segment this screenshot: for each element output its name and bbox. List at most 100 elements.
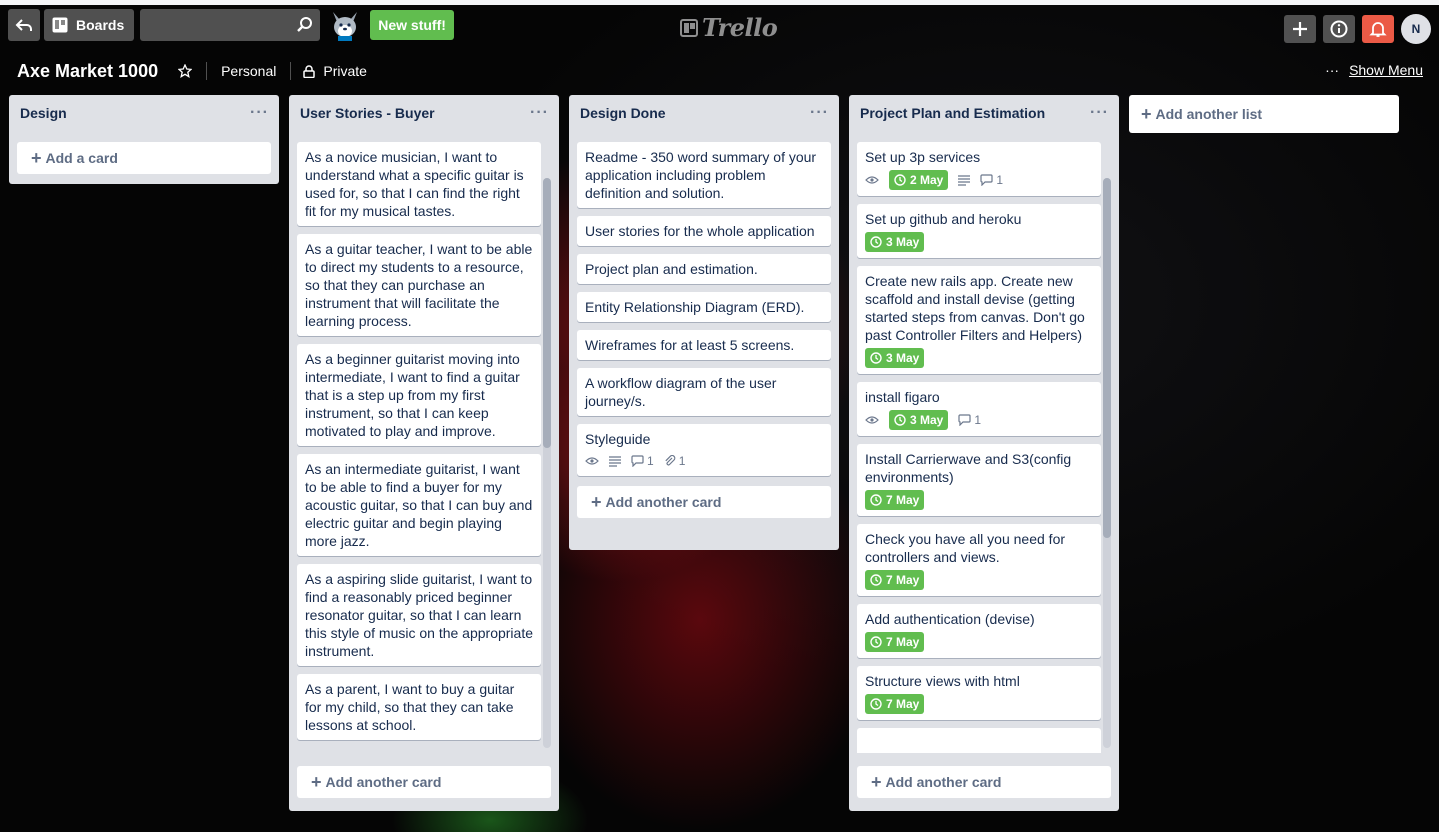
clock-icon	[870, 698, 882, 710]
due-date-badge[interactable]: 7 May	[865, 632, 925, 652]
card[interactable]: As a guitar teacher, I want to be able t…	[297, 234, 541, 336]
due-date-badge[interactable]: 2 May	[889, 170, 949, 190]
add-list-label: Add another list	[1155, 106, 1263, 122]
boards-button[interactable]: Boards	[44, 9, 135, 41]
boards-icon	[52, 17, 68, 33]
list-menu-icon[interactable]: ···	[1090, 104, 1109, 122]
card-badges: 3 May	[865, 232, 1093, 252]
card[interactable]: As a beginner guitarist moving into inte…	[297, 344, 541, 446]
list-menu-icon[interactable]: ···	[810, 104, 829, 122]
eye-icon	[865, 176, 879, 184]
comments-badge: 1	[631, 452, 654, 470]
comment-icon	[980, 174, 993, 186]
back-button[interactable]	[8, 9, 40, 41]
card-title: Entity Relationship Diagram (ERD).	[585, 299, 805, 315]
clock-icon	[870, 494, 882, 506]
comments-badge: 1	[958, 411, 981, 429]
comment-icon	[958, 414, 971, 426]
list-project-plan: Project Plan and Estimation ··· Set up 3…	[849, 95, 1119, 811]
due-date-badge[interactable]: 7 May	[865, 490, 925, 510]
create-button[interactable]	[1284, 15, 1316, 43]
due-date-badge[interactable]: 7 May	[865, 570, 925, 590]
scrollbar-track[interactable]	[1103, 178, 1111, 748]
card-partial[interactable]	[857, 728, 1101, 753]
new-stuff-button[interactable]: New stuff!	[370, 10, 454, 40]
card[interactable]: Set up github and heroku 3 May	[857, 204, 1101, 258]
card[interactable]: Add authentication (devise) 7 May	[857, 604, 1101, 658]
list-menu-icon[interactable]: ···	[530, 104, 549, 122]
add-card-button[interactable]: + Add a card	[17, 142, 271, 174]
star-button[interactable]	[178, 64, 193, 78]
card[interactable]: Create new rails app. Create new scaffol…	[857, 266, 1101, 374]
card[interactable]: Check you have all you need for controll…	[857, 524, 1101, 596]
add-card-button[interactable]: + Add another card	[857, 766, 1111, 798]
card-badges: 7 May	[865, 694, 1093, 714]
card-title: As a aspiring slide guitarist, I want to…	[305, 571, 534, 659]
card[interactable]: As a parent, I want to buy a guitar for …	[297, 674, 541, 740]
board-header: Axe Market 1000 Personal Private ··· Sho…	[0, 55, 1439, 87]
card[interactable]: Project plan and estimation.	[577, 254, 831, 284]
due-date-badge[interactable]: 3 May	[889, 410, 949, 430]
back-arrow-icon	[15, 19, 32, 31]
list-header: User Stories - Buyer ···	[297, 95, 551, 131]
watch-badge	[865, 175, 879, 185]
due-date-badge[interactable]: 3 May	[865, 348, 925, 368]
scrollbar-thumb[interactable]	[543, 178, 551, 448]
attachments-count: 1	[678, 454, 686, 468]
clock-icon	[894, 414, 906, 426]
card[interactable]: Styleguide 1 1	[577, 424, 831, 476]
due-date-badge[interactable]: 7 May	[865, 694, 925, 714]
card[interactable]: Entity Relationship Diagram (ERD).	[577, 292, 831, 322]
card[interactable]: Structure views with html 7 May	[857, 666, 1101, 720]
notifications-button[interactable]	[1362, 15, 1394, 43]
star-icon	[178, 64, 193, 78]
card[interactable]: As a aspiring slide guitarist, I want to…	[297, 564, 541, 666]
scrollbar-thumb[interactable]	[1103, 178, 1111, 538]
card[interactable]: User stories for the whole application	[577, 216, 831, 246]
list-title[interactable]: Project Plan and Estimation	[860, 105, 1045, 121]
clock-icon	[894, 174, 906, 186]
card-list[interactable]: Readme - 350 word summary of your applic…	[577, 131, 831, 484]
card-list[interactable]: As a novice musician, I want to understa…	[297, 131, 551, 753]
card-badges: 1 1	[585, 452, 823, 470]
add-card-button[interactable]: + Add another card	[577, 486, 831, 518]
due-date-label: 3 May	[886, 235, 920, 249]
card[interactable]: Readme - 350 word summary of your applic…	[577, 142, 831, 208]
card[interactable]: Set up 3p services 2 May 1	[857, 142, 1101, 196]
search-box[interactable]	[140, 9, 321, 41]
search-input[interactable]	[140, 9, 321, 41]
card-list[interactable]: Set up 3p services 2 May 1 Set up github…	[857, 131, 1111, 753]
card[interactable]: As an intermediate guitarist, I want to …	[297, 454, 541, 556]
card[interactable]: Wireframes for at least 5 screens.	[577, 330, 831, 360]
add-list-button[interactable]: + Add another list	[1129, 95, 1399, 133]
card-title: Check you have all you need for controll…	[865, 531, 1066, 565]
attachments-badge: 1	[664, 452, 686, 470]
card-title: As a novice musician, I want to understa…	[305, 149, 524, 219]
search-icon[interactable]	[296, 16, 314, 34]
board-title[interactable]: Axe Market 1000	[17, 61, 158, 82]
clock-icon	[870, 352, 882, 364]
due-date-badge[interactable]: 3 May	[865, 232, 925, 252]
card-title: User stories for the whole application	[585, 223, 815, 239]
show-menu-button[interactable]: ··· Show Menu	[1325, 62, 1423, 78]
scrollbar-track[interactable]	[543, 178, 551, 748]
due-date-label: 7 May	[886, 493, 920, 507]
card-title: Structure views with html	[865, 673, 1020, 689]
visibility-button[interactable]: Private	[303, 63, 367, 79]
card[interactable]: As a novice musician, I want to understa…	[297, 142, 541, 226]
list-menu-icon[interactable]: ···	[250, 104, 269, 122]
list-title[interactable]: Design	[20, 105, 67, 121]
team-button[interactable]: Personal	[221, 63, 276, 79]
list-title[interactable]: User Stories - Buyer	[300, 105, 435, 121]
plus-icon: +	[31, 147, 42, 168]
card[interactable]: install figaro 3 May 1	[857, 382, 1101, 436]
card[interactable]: A workflow diagram of the user journey/s…	[577, 368, 831, 416]
member-avatar[interactable]: N	[1401, 14, 1431, 44]
card[interactable]: Install Carrierwave and S3(config enviro…	[857, 444, 1101, 516]
taco-mascot-icon[interactable]	[328, 8, 362, 42]
trello-logo[interactable]: Trello	[680, 13, 778, 42]
add-card-button[interactable]: + Add another card	[297, 766, 551, 798]
list-title[interactable]: Design Done	[580, 105, 666, 121]
description-badge	[958, 174, 971, 186]
info-button[interactable]	[1323, 15, 1355, 43]
